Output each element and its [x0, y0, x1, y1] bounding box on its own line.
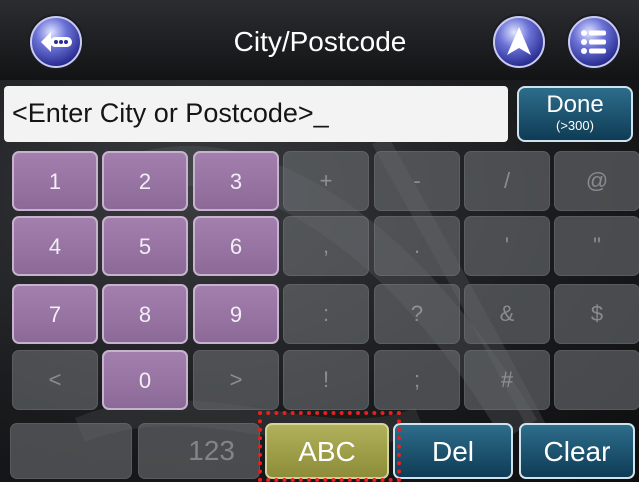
key-5[interactable]: 5: [102, 216, 188, 276]
page-title: City/Postcode: [233, 26, 407, 57]
done-result-count: (>300): [556, 118, 594, 133]
key-ampersand[interactable]: &: [464, 284, 550, 344]
clear-button[interactable]: Clear: [519, 423, 635, 479]
key-period[interactable]: .: [374, 216, 460, 276]
key-7[interactable]: 7: [12, 284, 98, 344]
list-menu-icon: [581, 30, 606, 54]
blank-bottom-key[interactable]: [10, 423, 132, 479]
key-colon[interactable]: :: [283, 284, 369, 344]
search-input-text: <Enter City or Postcode>_: [12, 98, 329, 128]
key-0[interactable]: 0: [102, 350, 188, 410]
search-input[interactable]: <Enter City or Postcode>_: [4, 86, 508, 142]
key-blank[interactable]: [554, 350, 639, 410]
key-semicolon[interactable]: ;: [374, 350, 460, 410]
city-postcode-keyboard-screen: City/Postcode <Enter City or Postcode>_ …: [0, 0, 639, 482]
abc-mode-button[interactable]: ABC: [265, 423, 389, 479]
back-button[interactable]: [30, 16, 82, 68]
navigate-button[interactable]: [493, 16, 545, 68]
done-label: Done: [546, 91, 604, 118]
key-6[interactable]: 6: [193, 216, 279, 276]
key-exclamation[interactable]: !: [283, 350, 369, 410]
key-greater-than[interactable]: >: [193, 350, 279, 410]
key-comma[interactable]: ,: [283, 216, 369, 276]
back-ellipsis-icon: [41, 32, 72, 52]
key-9[interactable]: 9: [193, 284, 279, 344]
delete-button[interactable]: Del: [393, 423, 513, 479]
key-question[interactable]: ?: [374, 284, 460, 344]
key-plus[interactable]: +: [283, 151, 369, 211]
key-1[interactable]: 1: [12, 151, 98, 211]
top-bar: City/Postcode: [0, 0, 639, 80]
navigation-arrow-icon: [507, 27, 531, 55]
key-3[interactable]: 3: [193, 151, 279, 211]
numeric-mode-button[interactable]: 123: [138, 423, 260, 479]
key-8[interactable]: 8: [102, 284, 188, 344]
key-hash[interactable]: #: [464, 350, 550, 410]
done-button[interactable]: Done (>300): [517, 86, 633, 142]
key-2[interactable]: 2: [102, 151, 188, 211]
key-at[interactable]: @: [554, 151, 639, 211]
key-less-than[interactable]: <: [12, 350, 98, 410]
key-minus[interactable]: -: [374, 151, 460, 211]
menu-button[interactable]: [568, 16, 620, 68]
key-slash[interactable]: /: [464, 151, 550, 211]
key-4[interactable]: 4: [12, 216, 98, 276]
key-quote[interactable]: ": [554, 216, 639, 276]
key-apostrophe[interactable]: ': [464, 216, 550, 276]
key-dollar[interactable]: $: [554, 284, 639, 344]
